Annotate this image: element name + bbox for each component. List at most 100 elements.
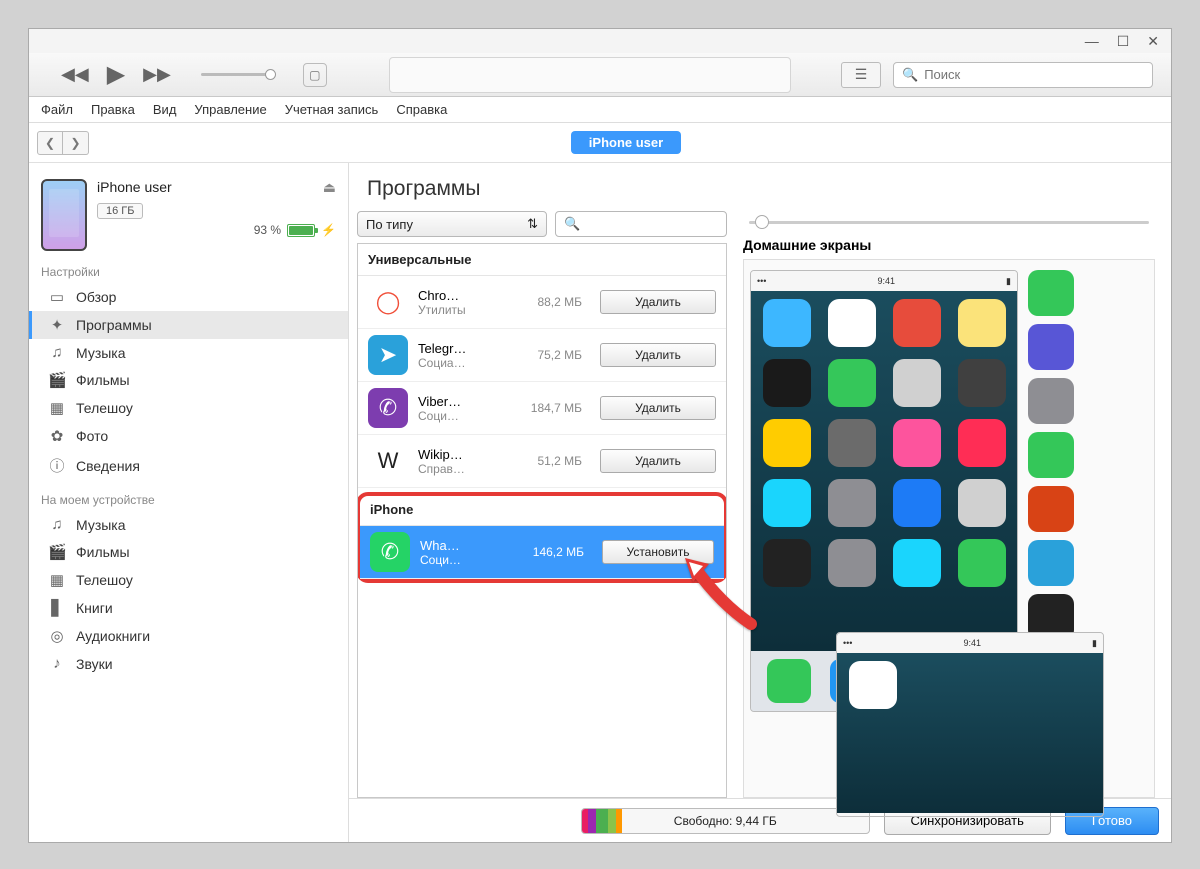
menu-правка[interactable]: Правка: [91, 102, 135, 117]
device-thumbnail-icon: [41, 179, 87, 251]
app-icon: [893, 359, 941, 407]
list-view-button[interactable]: ☰: [841, 62, 881, 88]
app-category: Справ…: [418, 462, 502, 476]
nav-back-button[interactable]: ❮: [37, 131, 63, 155]
library-search-input[interactable]: [924, 67, 1144, 82]
sidebar-item[interactable]: ♫ Музыка: [29, 511, 348, 538]
storage-bar: Свободно: 9,44 ГБ: [581, 808, 870, 834]
sidebar-label: Обзор: [76, 289, 116, 305]
app-action-button[interactable]: Удалить: [600, 449, 716, 473]
menu-вид[interactable]: Вид: [153, 102, 177, 117]
menu-справка[interactable]: Справка: [396, 102, 447, 117]
sidebar-label: Книги: [76, 600, 113, 616]
app-action-button[interactable]: Установить: [602, 540, 714, 564]
app-group-header: iPhone: [360, 496, 724, 526]
menu-управление[interactable]: Управление: [194, 102, 266, 117]
app-icon: [763, 479, 811, 527]
menu-файл[interactable]: Файл: [41, 102, 73, 117]
device-breadcrumb[interactable]: iPhone user: [571, 131, 681, 154]
sidebar-icon: ♫: [48, 516, 66, 533]
sidebar-item[interactable]: 🎬Фильмы: [29, 366, 348, 394]
sidebar-label: Аудиокниги: [76, 628, 150, 644]
app-action-button[interactable]: Удалить: [600, 396, 716, 420]
app-icon: [1028, 432, 1074, 478]
airplay-button[interactable]: ▢: [303, 63, 327, 87]
app-action-button[interactable]: Удалить: [600, 290, 716, 314]
app-row[interactable]: W Wikip…Справ… 51,2 МБ Удалить: [358, 435, 726, 488]
app-size: 51,2 МБ: [512, 454, 582, 468]
app-icon: W: [368, 441, 408, 481]
sidebar-item[interactable]: ✦Программы: [29, 311, 348, 339]
page-title: Программы: [349, 163, 1171, 211]
app-row[interactable]: ➤Telegr…Социа…75,2 МБУдалить: [358, 329, 726, 382]
sidebar-label: Телешоу: [76, 400, 133, 416]
app-icon: [958, 539, 1006, 587]
preview-heading: Домашние экраны: [743, 233, 1155, 259]
sidebar-item[interactable]: ▭ Обзор: [29, 283, 348, 311]
app-icon: [958, 299, 1006, 347]
play-button[interactable]: ▶: [107, 60, 125, 89]
nav-forward-button[interactable]: ❯: [63, 131, 89, 155]
sidebar-icon: ▭: [48, 288, 66, 306]
sidebar-label: Музыка: [76, 517, 126, 533]
app-icon: [1028, 324, 1074, 370]
sidebar-item[interactable]: ⓘСведения: [29, 450, 348, 481]
sidebar-label: Фото: [76, 428, 108, 444]
app-icon: [958, 479, 1006, 527]
app-row[interactable]: ✆Wha…Соци…146,2 МБУстановить: [360, 526, 724, 579]
device-capacity: 16 ГБ: [97, 203, 143, 219]
volume-slider[interactable]: [201, 73, 271, 76]
sort-dropdown[interactable]: По типу⇅: [357, 211, 547, 237]
app-icon: [828, 419, 876, 467]
home-screen-2[interactable]: •••9:41▮: [836, 632, 1104, 817]
app-icon: [763, 419, 811, 467]
sidebar-heading-ondevice: На моем устройстве: [29, 489, 348, 511]
eject-button[interactable]: ⏏: [323, 179, 336, 201]
sidebar-item[interactable]: ✿Фото: [29, 422, 348, 450]
app-icon: [893, 299, 941, 347]
app-icon: [763, 299, 811, 347]
sidebar-heading-settings: Настройки: [29, 261, 348, 283]
sidebar-item[interactable]: ▋Книги: [29, 594, 348, 622]
sidebar-item[interactable]: ♪ Звуки: [29, 650, 348, 677]
app-name: Wha…: [420, 538, 504, 553]
app-icon: [763, 539, 811, 587]
sidebar-item[interactable]: ▦Телешоу: [29, 566, 348, 594]
player-bar: ◀◀ ▶ ▶▶ ▢ ☰ 🔍: [29, 53, 1171, 97]
sidebar-item[interactable]: ♫Музыка: [29, 339, 348, 366]
prev-track-button[interactable]: ◀◀: [61, 64, 89, 85]
app-icon: [893, 479, 941, 527]
app-icon: [828, 479, 876, 527]
sidebar-item[interactable]: 🎬Фильмы: [29, 538, 348, 566]
search-icon: 🔍: [564, 216, 580, 232]
sidebar-icon: ✦: [48, 316, 66, 334]
maximize-button[interactable]: ☐: [1117, 33, 1130, 50]
app-name: Wikip…: [418, 447, 502, 462]
sidebar-item[interactable]: ▦ Телешоу: [29, 394, 348, 422]
apps-search[interactable]: 🔍: [555, 211, 727, 237]
library-search[interactable]: 🔍: [893, 62, 1153, 88]
search-icon: 🔍: [902, 67, 918, 83]
sidebar-item[interactable]: ◎Аудиокниги: [29, 622, 348, 650]
minimize-button[interactable]: —: [1085, 33, 1099, 49]
app-category: Социа…: [418, 356, 502, 370]
app-icon: ✆: [370, 532, 410, 572]
sidebar-label: Звуки: [76, 656, 113, 672]
app-name: Telegr…: [418, 341, 502, 356]
app-size: 75,2 МБ: [512, 348, 582, 362]
sidebar-icon: ▦: [48, 399, 66, 417]
app-icon: [849, 661, 897, 709]
sidebar-label: Сведения: [76, 458, 140, 474]
app-action-button[interactable]: Удалить: [600, 343, 716, 367]
sidebar-icon: ♪: [48, 655, 66, 672]
sidebar-icon: 🎬: [48, 543, 66, 561]
app-size: 88,2 МБ: [512, 295, 582, 309]
preview-zoom-slider[interactable]: [743, 211, 1155, 233]
app-row[interactable]: ◯Chro…Утилиты88,2 МБУдалить: [358, 276, 726, 329]
app-icon: [828, 359, 876, 407]
next-track-button[interactable]: ▶▶: [143, 64, 171, 85]
app-row[interactable]: ✆Viber…Соци…184,7 МБУдалить: [358, 382, 726, 435]
close-button[interactable]: ✕: [1147, 33, 1159, 50]
app-icon: [763, 359, 811, 407]
menu-учетная запись[interactable]: Учетная запись: [285, 102, 379, 117]
